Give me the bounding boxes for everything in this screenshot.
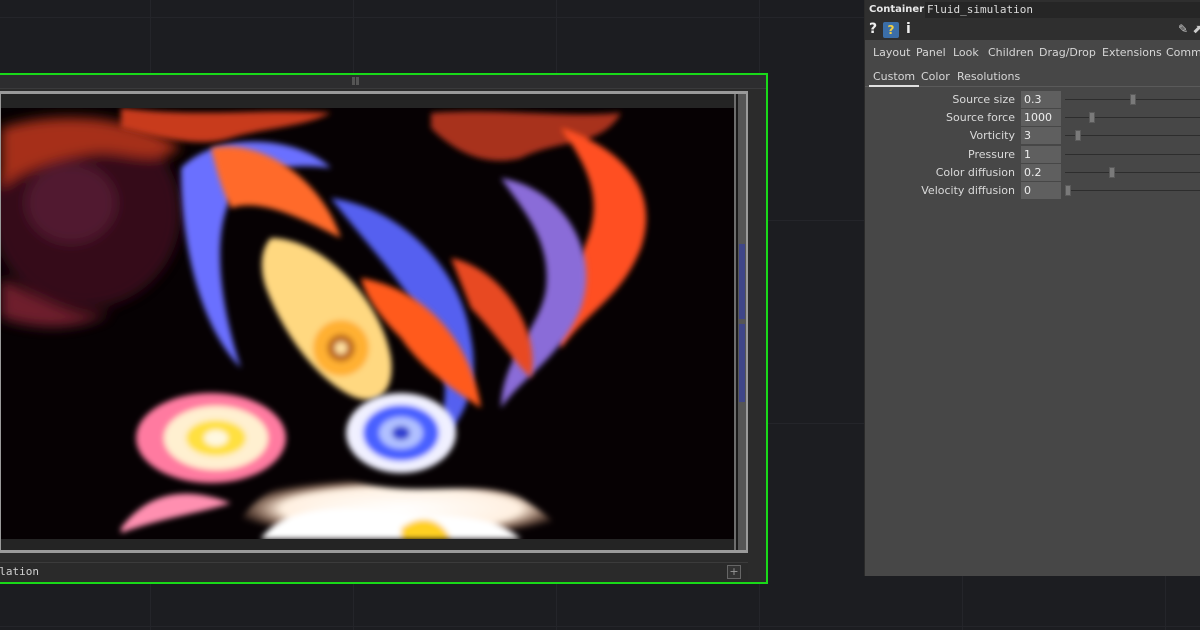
param-row-vorticity: Vorticity 3 (865, 127, 1200, 145)
tab-look[interactable]: Look (953, 46, 979, 59)
param-slider-handle-vorticity[interactable] (1074, 130, 1081, 142)
param-slider-handle-source-size[interactable] (1130, 94, 1137, 105)
parameter-panel: Container Fluid_simulation ? ? i ✎ ⬈ Lay… (864, 0, 1200, 576)
python-help-icon[interactable]: ? (883, 22, 899, 38)
param-slider-handle-source-force[interactable] (1089, 112, 1096, 124)
tab-children[interactable]: Children (988, 46, 1034, 59)
panel-icon-row: ? ? i ✎ ⬈ (865, 20, 1200, 40)
tab-color[interactable]: Color (921, 70, 950, 85)
param-slider-vorticity[interactable] (1065, 135, 1200, 137)
param-label-vorticity: Vorticity (969, 129, 1015, 143)
operator-type-label: Container (869, 4, 925, 15)
param-slider-pressure[interactable] (1065, 153, 1200, 155)
viewer-scrollbar-thumb[interactable] (739, 244, 745, 319)
edit-icon[interactable]: ✎ (1178, 22, 1188, 36)
tab-panel[interactable]: Panel (916, 46, 946, 59)
node-add-button[interactable]: + (727, 565, 741, 579)
param-slider-handle-velocity-diffusion[interactable] (1065, 185, 1071, 196)
node-connector-tick (356, 77, 359, 85)
param-slider-velocity-diffusion[interactable] (1065, 190, 1200, 191)
custom-page-tabs: Custom Color Resolutions (865, 67, 1200, 87)
param-field-source-force[interactable]: 1000 (1021, 109, 1061, 127)
param-label-color-diffusion: Color diffusion (935, 165, 1015, 179)
network-canvas[interactable]: mulation + Container Fluid_simulation ? … (0, 0, 1200, 630)
help-icon[interactable]: ? (869, 21, 877, 37)
viewer-scrollbar-thumb[interactable] (739, 324, 745, 402)
param-row-source-size: Source size 0.3 (865, 91, 1200, 109)
tab-extensions[interactable]: Extensions (1102, 46, 1162, 59)
param-field-vorticity[interactable]: 3 (1021, 127, 1061, 145)
node-top-strip (0, 75, 766, 89)
tab-layout[interactable]: Layout (873, 46, 910, 59)
fluid-simulation-render (1, 108, 734, 539)
param-label-velocity-diffusion: Velocity diffusion (921, 184, 1015, 197)
node-name-label[interactable]: mulation (0, 565, 39, 578)
param-slider-source-force[interactable] (1065, 117, 1200, 119)
viewer-scrollbar[interactable] (738, 94, 746, 550)
param-row-pressure: Pressure 1 (865, 145, 1200, 164)
container-node[interactable]: mulation + (0, 73, 768, 584)
param-slider-color-diffusion[interactable] (1065, 171, 1200, 173)
param-label-source-size: Source size (952, 93, 1015, 106)
viewer-bottom-bar (1, 539, 734, 550)
param-row-color-diffusion: Color diffusion 0.2 (865, 163, 1200, 182)
info-icon[interactable]: i (906, 21, 911, 37)
node-connector-tick (352, 77, 355, 85)
tab-resolutions[interactable]: Resolutions (957, 70, 1020, 85)
panel-header: Container Fluid_simulation (865, 0, 1200, 20)
node-label-bar: mulation + (0, 562, 748, 580)
pin-icon[interactable]: ⬈ (1192, 22, 1200, 36)
tab-common[interactable]: Commo (1166, 46, 1200, 59)
param-field-source-size[interactable]: 0.3 (1021, 91, 1061, 108)
param-field-color-diffusion[interactable]: 0.2 (1021, 163, 1061, 181)
parameter-page-tabs: Layout Panel Look Children Drag/Drop Ext… (865, 44, 1200, 62)
operator-name-field[interactable]: Fluid_simulation (925, 2, 1200, 18)
viewer-top-bar (1, 94, 734, 108)
param-slider-handle-color-diffusion[interactable] (1108, 166, 1115, 178)
tab-drag-drop[interactable]: Drag/Drop (1039, 46, 1096, 59)
param-row-source-force: Source force 1000 (865, 109, 1200, 127)
param-label-pressure: Pressure (968, 147, 1015, 161)
param-field-velocity-diffusion[interactable]: 0 (1021, 182, 1061, 199)
viewer-display[interactable] (1, 94, 736, 550)
tab-custom[interactable]: Custom (869, 70, 920, 87)
param-row-velocity-diffusion: Velocity diffusion 0 (865, 182, 1200, 200)
param-field-pressure[interactable]: 1 (1021, 145, 1061, 163)
param-label-source-force: Source force (946, 111, 1015, 125)
node-viewer[interactable] (0, 91, 748, 553)
